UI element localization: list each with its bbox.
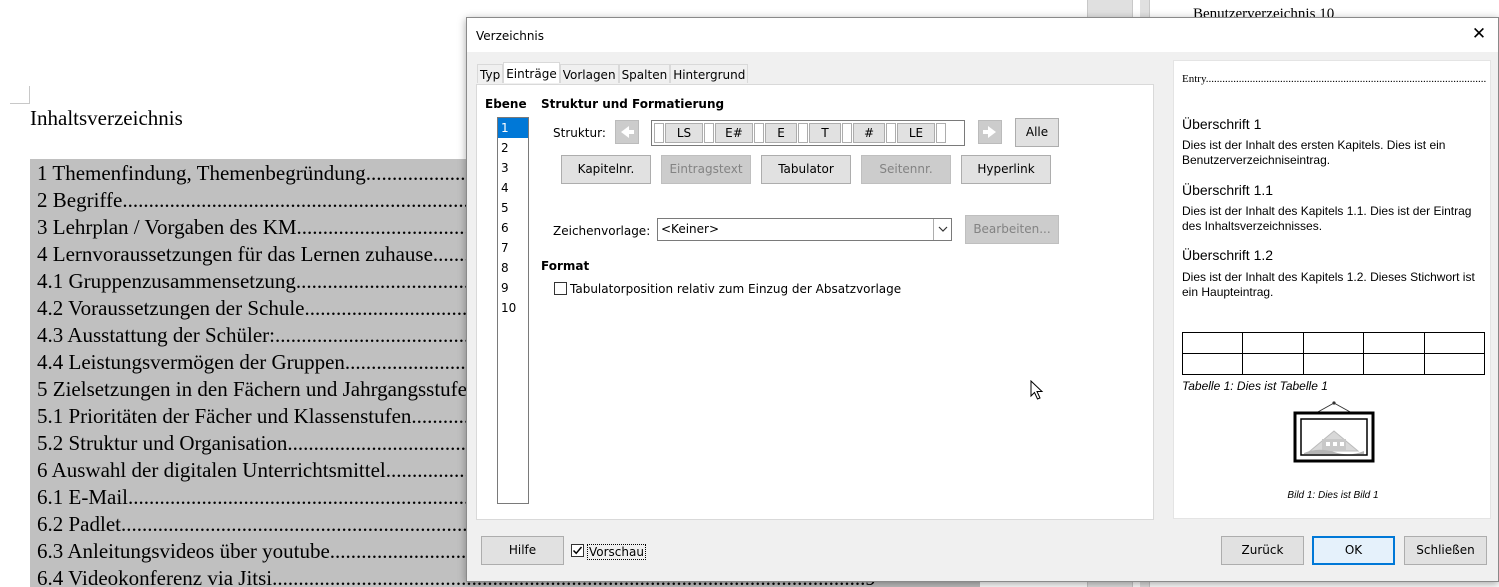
close-icon[interactable]: ✕	[1468, 24, 1490, 44]
ebene-item[interactable]: 10	[498, 298, 528, 318]
page-corner-marker	[10, 86, 30, 104]
arrow-left-button[interactable]	[615, 120, 639, 144]
picture-frame-icon	[1293, 401, 1375, 463]
tab-bar: Typ Einträge Vorlagen Spalten Hintergrun…	[477, 62, 749, 84]
token-gap[interactable]	[842, 123, 852, 143]
ebene-list[interactable]: 1 2 3 4 5 6 7 8 9 10	[497, 117, 529, 504]
ebene-item[interactable]: 9	[498, 278, 528, 298]
alle-button[interactable]: Alle	[1015, 118, 1059, 147]
format-heading: Format	[541, 259, 590, 273]
ebene-item[interactable]: 8	[498, 258, 528, 278]
struktur-heading: Struktur und Formatierung	[541, 97, 725, 111]
preview-paragraph-1: Dies ist der Inhalt des ersten Kapitels.…	[1182, 138, 1446, 167]
bearbeiten-button[interactable]: Bearbeiten...	[965, 215, 1059, 244]
token-le[interactable]: LE	[897, 123, 935, 143]
preview-heading-1-1: Überschrift 1.1	[1182, 182, 1274, 198]
arrow-right-icon	[983, 126, 996, 138]
ok-button[interactable]: OK	[1312, 536, 1395, 565]
ebene-item[interactable]: 3	[498, 158, 528, 178]
schliessen-button[interactable]: Schließen	[1404, 536, 1487, 565]
dialog-titlebar[interactable]: Verzeichnis ✕	[467, 18, 1498, 52]
token-gap[interactable]	[704, 123, 714, 143]
dialog-title: Verzeichnis	[476, 29, 545, 43]
preview-paragraph-3: Dies ist der Inhalt des Kapitels 1.2. Di…	[1182, 270, 1475, 299]
hyperlink-button[interactable]: Hyperlink	[961, 155, 1051, 184]
eintraege-panel: Ebene 1 2 3 4 5 6 7 8 9 10 Struktur und …	[476, 84, 1154, 520]
tabulator-button[interactable]: Tabulator	[761, 155, 851, 184]
chevron-down-icon[interactable]	[933, 219, 951, 240]
zeichenvorlage-select[interactable]: <Keiner>	[657, 218, 952, 241]
arrow-right-button[interactable]	[978, 120, 1002, 144]
tabpos-checkbox[interactable]	[554, 282, 567, 295]
ebene-item[interactable]: 7	[498, 238, 528, 258]
token-ls[interactable]: LS	[665, 123, 703, 143]
hilfe-button[interactable]: Hilfe	[481, 536, 564, 565]
token-gap[interactable]	[886, 123, 896, 143]
token-hash[interactable]: #	[853, 123, 885, 143]
kapitelnr-button[interactable]: Kapitelnr.	[561, 155, 651, 184]
token-e[interactable]: E	[765, 123, 797, 143]
vorschau-checkbox[interactable]	[571, 544, 584, 557]
token-t[interactable]: T	[809, 123, 841, 143]
preview-table	[1181, 332, 1486, 375]
doc-title: Inhaltsverzeichnis	[30, 106, 183, 130]
ebene-item[interactable]: 1	[498, 118, 528, 138]
token-e-num[interactable]: E#	[715, 123, 753, 143]
zeichenvorlage-value: <Keiner>	[661, 222, 720, 236]
preview-pane: Entry...................................…	[1173, 60, 1491, 519]
preview-heading-1-2: Überschrift 1.2	[1182, 247, 1274, 263]
eintragstext-button[interactable]: Eintragstext	[661, 155, 751, 184]
tab-hintergrund[interactable]: Hintergrund	[670, 64, 749, 83]
preview-image-caption: Bild 1: Dies ist Bild 1	[1287, 490, 1379, 501]
tab-vorlagen[interactable]: Vorlagen	[559, 64, 619, 83]
checkmark-icon	[572, 546, 583, 555]
struktur-field[interactable]: LS E# E T # LE	[651, 120, 965, 146]
token-gap[interactable]	[654, 123, 664, 143]
ebene-item[interactable]: 2	[498, 138, 528, 158]
arrow-left-icon	[621, 126, 634, 138]
tabpos-label: Tabulatorposition relativ zum Einzug der…	[570, 282, 902, 296]
preview-entry: Entry...................................…	[1182, 73, 1486, 85]
ebene-item[interactable]: 6	[498, 218, 528, 238]
preview-table-caption: Tabelle 1: Dies ist Tabelle 1	[1182, 379, 1328, 393]
seitennr-button[interactable]: Seitennr.	[861, 155, 951, 184]
preview-heading-1: Überschrift 1	[1182, 116, 1262, 132]
ebene-item[interactable]: 4	[498, 178, 528, 198]
token-gap[interactable]	[936, 123, 946, 143]
verzeichnis-dialog: Verzeichnis ✕ Typ Einträge Vorlagen Spal…	[466, 17, 1499, 582]
struktur-label: Struktur:	[553, 126, 606, 140]
token-gap[interactable]	[798, 123, 808, 143]
tab-spalten[interactable]: Spalten	[618, 64, 671, 83]
zeichenvorlage-label: Zeichenvorlage:	[553, 224, 651, 238]
token-gap[interactable]	[754, 123, 764, 143]
vorschau-label[interactable]: Vorschau	[587, 544, 646, 560]
zurueck-button[interactable]: Zurück	[1221, 536, 1304, 565]
tab-typ[interactable]: Typ	[477, 64, 504, 83]
tab-eintraege[interactable]: Einträge	[503, 62, 560, 83]
mouse-cursor-icon	[1030, 380, 1044, 400]
preview-paragraph-2: Dies ist der Inhalt des Kapitels 1.1. Di…	[1182, 204, 1472, 233]
ebene-item[interactable]: 5	[498, 198, 528, 218]
ebene-label: Ebene	[485, 97, 527, 111]
